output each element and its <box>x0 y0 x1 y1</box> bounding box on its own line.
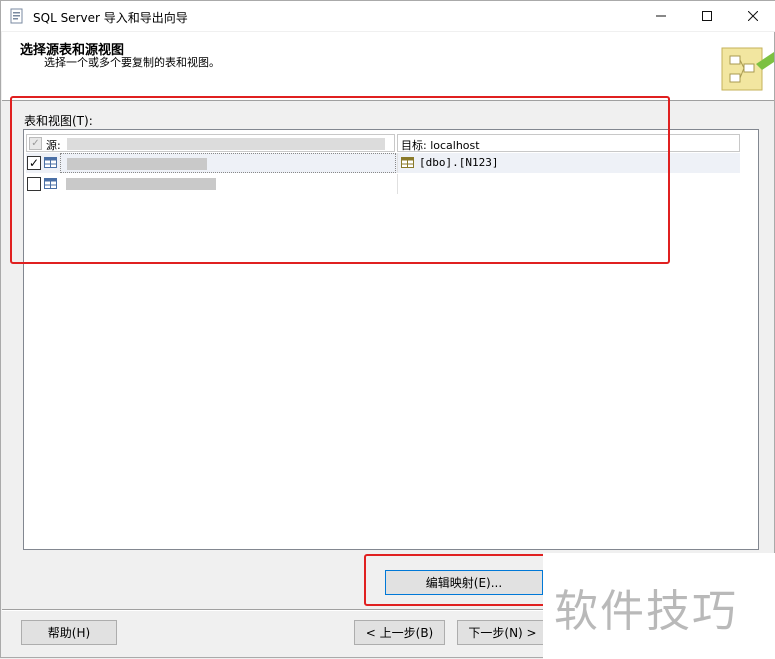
column-header-source[interactable]: ✓ 源: <box>26 134 395 152</box>
blurred-source-text <box>67 158 207 170</box>
column-header-destination[interactable]: 目标: localhost <box>397 134 740 152</box>
column-header-destination-label: 目标: localhost <box>401 139 480 152</box>
wizard-header: 选择源表和源视图 选择一个或多个要复制的表和视图。 <box>2 32 774 101</box>
blurred-source-text <box>67 138 385 150</box>
next-button[interactable]: 下一步(N) > <box>457 620 548 645</box>
destination-cell[interactable] <box>397 174 740 194</box>
table-row[interactable] <box>26 174 740 194</box>
watermark-text: 软件技巧 <box>554 586 738 637</box>
help-button[interactable]: 帮助(H) <box>21 620 117 645</box>
destination-name: [dbo].[N123] <box>419 156 499 169</box>
destination-cell[interactable]: [dbo].[N123] <box>397 153 740 173</box>
wizard-window: SQL Server 导入和导出向导 选择源表和源视图 选择一个或多个要复制的表… <box>0 0 775 659</box>
close-icon <box>747 9 759 25</box>
wizard-logo-icon <box>716 42 774 100</box>
maximize-icon <box>702 9 712 25</box>
wizard-app-icon <box>9 8 25 24</box>
minimize-icon <box>656 9 666 25</box>
minimize-button[interactable] <box>638 1 684 32</box>
close-button[interactable] <box>730 1 775 32</box>
source-cell[interactable] <box>60 153 396 173</box>
row-checkbox[interactable]: ✓ <box>27 156 41 170</box>
maximize-button[interactable] <box>684 1 730 32</box>
window-title: SQL Server 导入和导出向导 <box>33 11 188 25</box>
page-subtitle: 选择一个或多个要复制的表和视图。 <box>44 56 220 69</box>
source-cell[interactable] <box>60 174 396 194</box>
edit-mappings-button[interactable]: 编辑映射(E)... <box>385 570 543 595</box>
watermark-overlay: 软件技巧 <box>543 553 775 659</box>
table-icon <box>44 157 57 168</box>
tables-list-label: 表和视图(T): <box>24 114 93 128</box>
row-checkbox[interactable] <box>27 177 41 191</box>
tables-list[interactable]: ✓ 源: 目标: localhost ✓ [dbo].[N123] <box>23 129 759 550</box>
back-button[interactable]: < 上一步(B) <box>354 620 445 645</box>
blurred-source-text <box>66 178 216 190</box>
table-icon <box>44 178 57 189</box>
select-all-checkbox[interactable]: ✓ <box>29 137 42 150</box>
title-bar: SQL Server 导入和导出向导 <box>1 1 775 32</box>
table-row[interactable]: ✓ [dbo].[N123] <box>26 153 740 173</box>
table-icon <box>401 157 414 168</box>
column-header-source-label: 源: <box>46 139 61 152</box>
